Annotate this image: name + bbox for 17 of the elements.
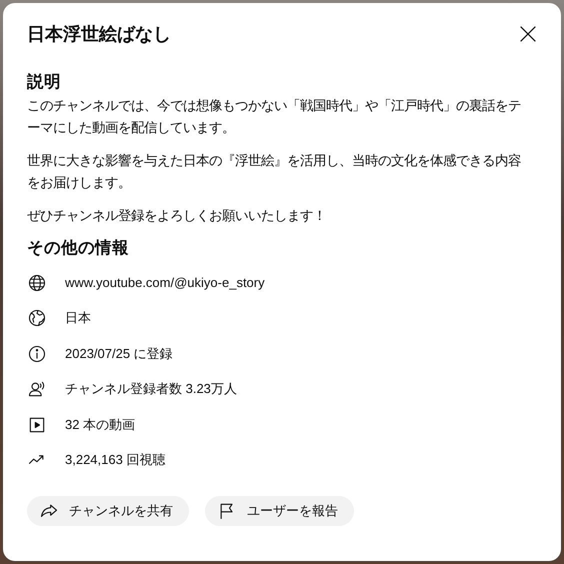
share-button[interactable]: チャンネルを共有 [27,496,189,526]
dialog-title: 日本浮世絵ばなし [27,23,171,46]
channel-link[interactable]: www.youtube.com/@ukiyo-e_story [65,275,265,290]
info-text: 3,224,163 回視聴 [65,451,166,470]
globe-icon [27,308,47,328]
description-text: 世界に大きな影響を与えた日本の『浮世絵』を活用し、当時の文化を体感できる内容をお届けします。 [27,152,522,192]
info-icon [27,344,47,364]
globe-icon [27,272,47,293]
description-text: このチャンネルでは、今では想像もつかない「戦国時代」や「江戸時代」の裏話をテーマにした動画を配信しています。 [27,97,522,137]
section-heading: 説明 [27,72,62,93]
description-text: ぜひチャンネル登録をよろしくお願いいたします！ [27,207,327,225]
info-text: 日本 [65,309,91,328]
info-text: チャンネル登録者数 3.23万人 [65,380,237,398]
info-text: 32 本の動画 [65,416,136,434]
report-button[interactable]: ユーザーを報告 [205,496,354,526]
section-heading: その他の情報 [27,238,130,259]
info-text: 2023/07/25 に登録 [65,344,173,363]
